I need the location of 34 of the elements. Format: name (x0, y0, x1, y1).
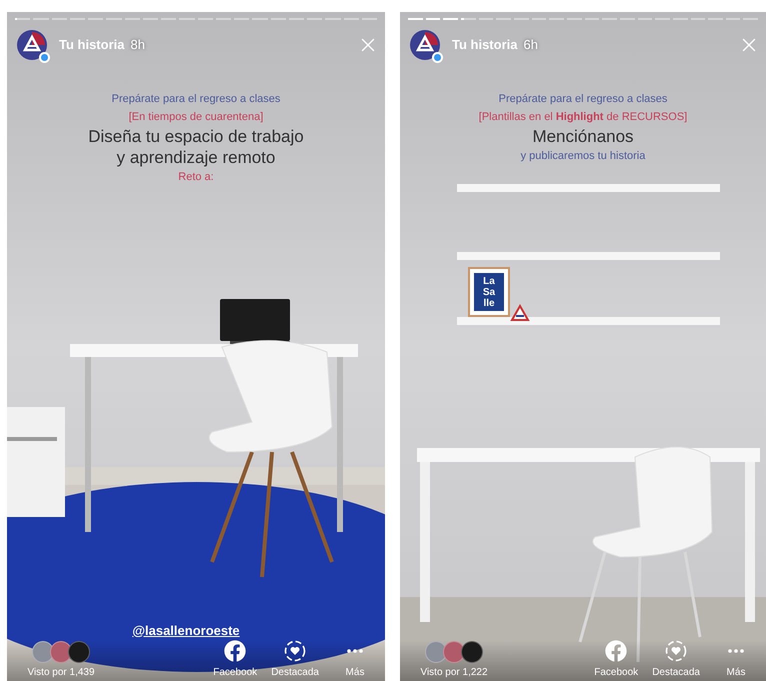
story-action-button[interactable]: Facebook (213, 640, 258, 680)
story-action-button[interactable]: Destacada (652, 640, 700, 680)
mention-sticker[interactable]: @lasallenoroeste (132, 620, 240, 640)
story-action-button[interactable]: Destacada (271, 640, 319, 680)
viewers-count[interactable]: Visto por 1,222 (420, 665, 488, 680)
story-action-button[interactable]: Facebook (594, 640, 638, 680)
account-name[interactable]: Tu historia (452, 35, 518, 55)
add-badge-icon (432, 52, 443, 63)
more-icon (347, 649, 363, 653)
story-headline: Menciónanos (532, 126, 634, 147)
logo-text: La (483, 276, 495, 286)
story-tag-text: Reto a: (178, 170, 214, 185)
story-age: 6h (523, 36, 538, 54)
story-tag-text: [Plantillas en el Highlight de RECURSOS] (478, 110, 688, 125)
profile-avatar[interactable] (17, 30, 47, 60)
story-subtitle: Prepárate para el regreso a clases (498, 92, 668, 107)
facebook-icon (224, 640, 246, 662)
add-badge-icon (39, 52, 50, 63)
profile-avatar[interactable] (410, 30, 440, 60)
story-age: 8h (130, 36, 145, 54)
logo-text: lle (483, 298, 495, 308)
viewers-count[interactable]: Visto por 1,439 (27, 665, 95, 680)
facebook-icon (605, 640, 628, 662)
story-subtitle: y publicaremos tu historia (520, 149, 646, 164)
logo-text: Sa (482, 286, 496, 298)
story-subtitle: Prepárate para el regreso a clases (112, 92, 280, 107)
story-action-button[interactable]: Más (714, 649, 758, 680)
story-tag-text: [En tiempos de cuarentena] (128, 110, 264, 125)
triangle-logo-icon (510, 304, 530, 322)
more-icon (728, 649, 744, 653)
story-headline: y aprendizaje remoto (116, 147, 276, 168)
story-headline: Diseña tu espacio de trabajo (88, 126, 304, 147)
account-name[interactable]: Tu historia (59, 35, 124, 55)
story-action-button[interactable]: Más (333, 649, 377, 680)
